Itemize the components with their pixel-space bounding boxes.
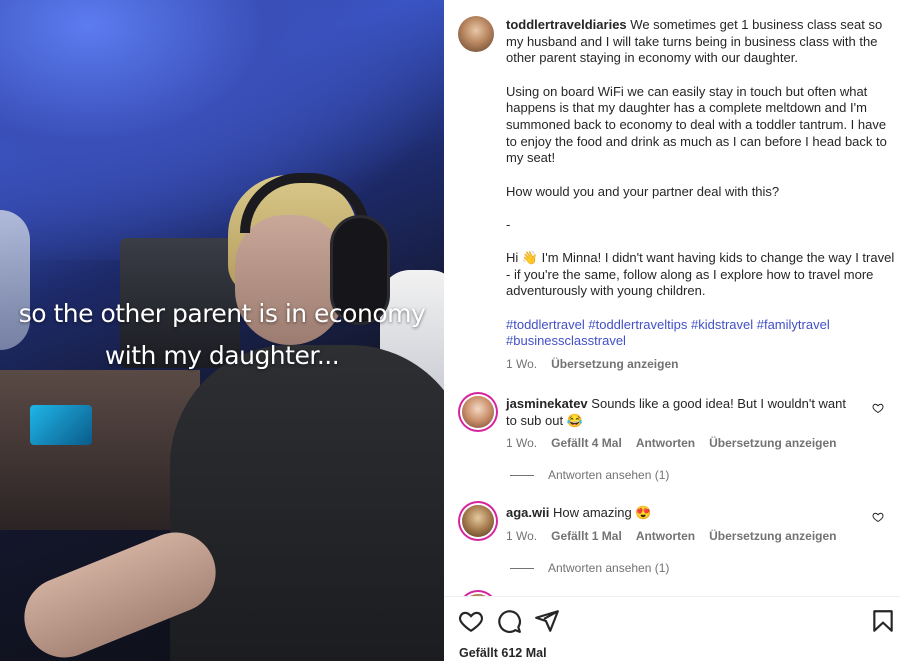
post-meta: 1 Wo. Übersetzung anzeigen xyxy=(506,356,896,373)
commenter-avatar[interactable] xyxy=(462,505,494,537)
bookmark-icon[interactable] xyxy=(870,608,896,634)
comment-text: How amazing xyxy=(552,505,632,520)
comment-icon[interactable] xyxy=(496,608,522,634)
view-replies-label: Antworten ansehen (1) xyxy=(548,468,670,482)
comment-likes[interactable]: Gefällt 1 Mal xyxy=(551,529,622,543)
view-replies-label: Antworten ansehen (1) xyxy=(548,561,670,575)
comment-like-heart-icon[interactable] xyxy=(872,402,884,414)
person xyxy=(12,173,444,661)
comment-like-heart-icon[interactable] xyxy=(872,511,884,523)
media-caption-line-1: so the other parent is in economy xyxy=(18,299,426,328)
seat-screen xyxy=(30,405,92,445)
comment-time[interactable]: 1 Wo. xyxy=(506,529,537,543)
commenter-avatar[interactable] xyxy=(462,396,494,428)
laughing-emoji: 😂 xyxy=(566,412,583,428)
comment-meta: 1 Wo. Gefällt 1 Mal Antworten Übersetzun… xyxy=(506,529,837,543)
view-replies-button[interactable]: Antworten ansehen (1) xyxy=(510,468,669,482)
comments-scroll-area[interactable]: toddlertraveldiaries We sometimes get 1 … xyxy=(444,0,900,596)
commenter-username[interactable]: jasminekatev xyxy=(506,396,588,411)
caption-paragraph-2: Using on board WiFi we can easily stay i… xyxy=(506,83,887,166)
post-panel: toddlertraveldiaries We sometimes get 1 … xyxy=(444,0,900,661)
post-caption: toddlertraveldiaries We sometimes get 1 … xyxy=(506,17,896,373)
comment-reply-button[interactable]: Antworten xyxy=(636,436,695,450)
post-time[interactable]: 1 Wo. xyxy=(506,356,537,373)
media-caption-line-2: with my daughter... xyxy=(104,341,340,370)
post-translate-link[interactable]: Übersetzung anzeigen xyxy=(551,356,678,373)
likes-count[interactable]: Gefällt 612 Mal xyxy=(459,646,547,660)
author-username[interactable]: toddlertraveldiaries xyxy=(506,17,627,32)
heart-eyes-emoji: 😍 xyxy=(635,505,652,520)
caption-paragraph-4: - xyxy=(506,216,511,232)
replies-line xyxy=(510,567,534,569)
media-caption: so the other parent is in economy with m… xyxy=(0,293,444,377)
post-actions xyxy=(458,608,893,634)
heart-icon[interactable] xyxy=(458,608,484,634)
caption-hashtags[interactable]: #toddlertravel #toddlertraveltips #kidst… xyxy=(506,317,896,350)
view-replies-button[interactable]: Antworten ansehen (1) xyxy=(510,561,669,575)
replies-line xyxy=(510,474,534,476)
comment-time[interactable]: 1 Wo. xyxy=(506,436,537,450)
comment-likes[interactable]: Gefällt 4 Mal xyxy=(551,436,622,450)
author-avatar[interactable] xyxy=(458,16,494,52)
post-media[interactable]: so the other parent is in economy with m… xyxy=(0,0,444,661)
comment-meta: 1 Wo. Gefällt 4 Mal Antworten Übersetzun… xyxy=(506,436,837,450)
caption-paragraph-5: Hi 👋 I'm Minna! I didn't want having kid… xyxy=(506,250,895,299)
shirt xyxy=(170,345,444,661)
commenter-username[interactable]: aga.wii xyxy=(506,505,549,520)
comment-translate-link[interactable]: Übersetzung anzeigen xyxy=(709,436,836,450)
comment-translate-link[interactable]: Übersetzung anzeigen xyxy=(709,529,836,543)
caption-paragraph-3: How would you and your partner deal with… xyxy=(506,183,780,199)
share-icon[interactable] xyxy=(534,608,560,634)
comment-reply-button[interactable]: Antworten xyxy=(636,529,695,543)
divider xyxy=(444,596,900,597)
